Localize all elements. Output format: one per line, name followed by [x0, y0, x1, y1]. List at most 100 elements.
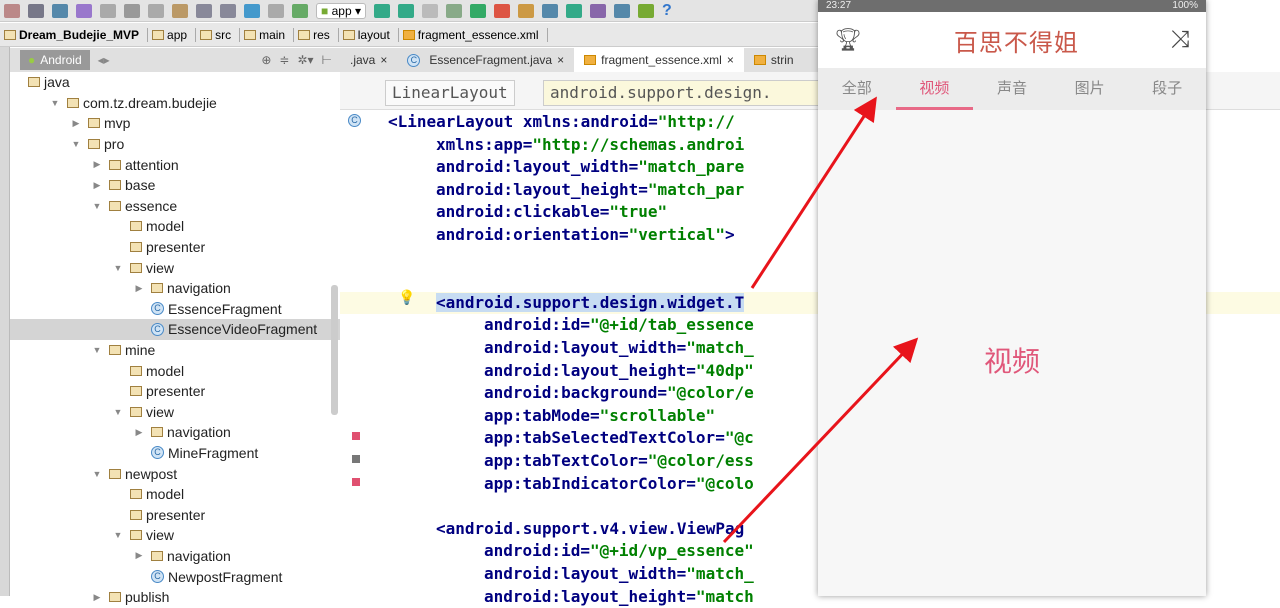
collapse-all-icon[interactable]: ≑: [279, 53, 289, 67]
expand-arrow-icon[interactable]: ▶: [91, 159, 103, 170]
tree-item[interactable]: ▼ com.tz.dream.budejie: [10, 93, 340, 114]
tab-strings[interactable]: strin: [744, 48, 804, 72]
tree-item[interactable]: ▼ view: [10, 257, 340, 278]
expand-arrow-icon[interactable]: ▶: [91, 180, 103, 191]
android-icon[interactable]: [637, 3, 654, 18]
save-icon[interactable]: [28, 3, 44, 18]
expand-arrow-icon[interactable]: ▼: [91, 345, 103, 355]
tree-item[interactable]: presenter: [10, 504, 340, 525]
structure-icon[interactable]: [517, 3, 534, 18]
find-icon[interactable]: [196, 3, 212, 18]
tree-item[interactable]: model: [10, 484, 340, 505]
trophy-icon[interactable]: 🏆︎: [834, 27, 862, 53]
open-icon[interactable]: [4, 3, 20, 18]
tree-item[interactable]: ▼ view: [10, 402, 340, 423]
class-gutter-icon[interactable]: C: [348, 114, 361, 127]
xml-crumb-tablayout[interactable]: android.support.design.: [543, 80, 843, 106]
tree-item[interactable]: C EssenceFragment: [10, 299, 340, 320]
tab-picture[interactable]: 图片: [1051, 68, 1129, 110]
stop-icon[interactable]: [493, 3, 510, 18]
expand-arrow-icon[interactable]: ▶: [133, 427, 145, 438]
tree-item[interactable]: C EssenceVideoFragment: [10, 319, 340, 340]
tree-item[interactable]: ▼ mine: [10, 340, 340, 361]
tab-fragment-essence-xml[interactable]: fragment_essence.xml ×: [574, 48, 744, 72]
switch-view-icon[interactable]: ◂▸: [98, 53, 110, 67]
breadcrumb-res[interactable]: res: [298, 27, 339, 42]
back-icon[interactable]: [244, 3, 260, 18]
expand-arrow-icon[interactable]: ▶: [70, 118, 82, 129]
tree-item[interactable]: ▼ view: [10, 525, 340, 546]
sync-icon[interactable]: [52, 3, 68, 18]
expand-arrow-icon[interactable]: ▶: [133, 550, 145, 561]
profile-icon[interactable]: [421, 3, 438, 18]
tab-java[interactable]: .java ×: [340, 48, 397, 72]
lightbulb-icon[interactable]: 💡: [398, 289, 415, 306]
tab-video[interactable]: 视频: [895, 68, 974, 110]
expand-arrow-icon[interactable]: ▼: [91, 469, 103, 479]
cut-icon[interactable]: [124, 3, 140, 18]
tree-item[interactable]: presenter: [10, 381, 340, 402]
gear-icon[interactable]: ✲▾: [297, 53, 313, 67]
sdk-icon[interactable]: [613, 3, 630, 18]
expand-arrow-icon[interactable]: ▼: [91, 201, 103, 211]
tree-item[interactable]: presenter: [10, 237, 340, 258]
breadcrumb-layout[interactable]: layout: [342, 27, 399, 42]
tree-item[interactable]: ▼ essence: [10, 196, 340, 217]
tree-item[interactable]: ▶ mvp: [10, 113, 340, 134]
tab-audio[interactable]: 声音: [973, 68, 1051, 110]
paste-icon[interactable]: [172, 3, 188, 18]
replace-icon[interactable]: [220, 3, 236, 18]
close-icon[interactable]: ×: [380, 53, 387, 67]
tree-item[interactable]: C NewpostFragment: [10, 566, 340, 587]
tree-item[interactable]: ▶ publish: [10, 587, 340, 608]
expand-arrow-icon[interactable]: ▼: [112, 530, 124, 540]
apply-changes-icon[interactable]: [469, 3, 486, 18]
shuffle-icon[interactable]: ⤨: [1171, 26, 1190, 54]
tab-essence-fragment-java[interactable]: C EssenceFragment.java ×: [397, 48, 574, 72]
scroll-from-source-icon[interactable]: ⊕: [261, 53, 271, 67]
breadcrumb-file[interactable]: fragment_essence.xml: [402, 27, 548, 42]
tree-item[interactable]: ▶ navigation: [10, 278, 340, 299]
breadcrumb-main[interactable]: main: [244, 27, 295, 42]
breadcrumb-src[interactable]: src: [200, 27, 241, 42]
tree-item[interactable]: ▶ attention: [10, 154, 340, 175]
copy-icon[interactable]: [148, 3, 164, 18]
xml-crumb-linearlayout[interactable]: LinearLayout: [385, 80, 515, 106]
breadcrumb-project[interactable]: Dream_Budejie_MVP: [4, 27, 149, 42]
run-config-select[interactable]: ■ app ▾: [316, 2, 366, 19]
expand-arrow-icon[interactable]: ▼: [70, 139, 82, 149]
expand-arrow-icon[interactable]: ▼: [49, 98, 61, 108]
tree-item[interactable]: ▼ newpost: [10, 463, 340, 484]
tree-item[interactable]: ▶ base: [10, 175, 340, 196]
close-icon[interactable]: ×: [557, 53, 564, 67]
breadcrumb-app[interactable]: app: [152, 27, 197, 42]
forward-icon[interactable]: [268, 3, 284, 18]
make-icon[interactable]: [292, 3, 308, 18]
expand-arrow-icon[interactable]: ▶: [133, 283, 145, 294]
help-icon[interactable]: ?: [662, 2, 672, 20]
device-monitor-icon[interactable]: [589, 3, 606, 18]
tree-item[interactable]: ▶ navigation: [10, 546, 340, 567]
tree-item[interactable]: C MineFragment: [10, 443, 340, 464]
undo-icon[interactable]: [76, 3, 92, 18]
tree-item[interactable]: ▼ pro: [10, 134, 340, 155]
tree-item[interactable]: java: [10, 72, 340, 93]
debug-icon[interactable]: [397, 3, 414, 18]
tree-item[interactable]: model: [10, 360, 340, 381]
avd-icon[interactable]: [565, 3, 582, 18]
expand-arrow-icon[interactable]: ▼: [112, 407, 124, 417]
expand-arrow-icon[interactable]: ▼: [112, 263, 124, 273]
tree-item[interactable]: model: [10, 216, 340, 237]
tree-item[interactable]: ▶ navigation: [10, 422, 340, 443]
redo-icon[interactable]: [100, 3, 116, 18]
tree-scrollbar[interactable]: [331, 285, 338, 415]
sdk-manager-icon[interactable]: [541, 3, 558, 18]
expand-arrow-icon[interactable]: ▶: [91, 592, 103, 603]
run-icon[interactable]: [373, 3, 390, 18]
tab-all[interactable]: 全部: [818, 68, 896, 110]
view-mode-select[interactable]: ● Android: [20, 50, 90, 70]
close-icon[interactable]: ×: [727, 53, 734, 67]
hide-panel-icon[interactable]: ⊢: [322, 53, 332, 67]
tab-joke[interactable]: 段子: [1128, 68, 1206, 110]
attach-icon[interactable]: [445, 3, 462, 18]
